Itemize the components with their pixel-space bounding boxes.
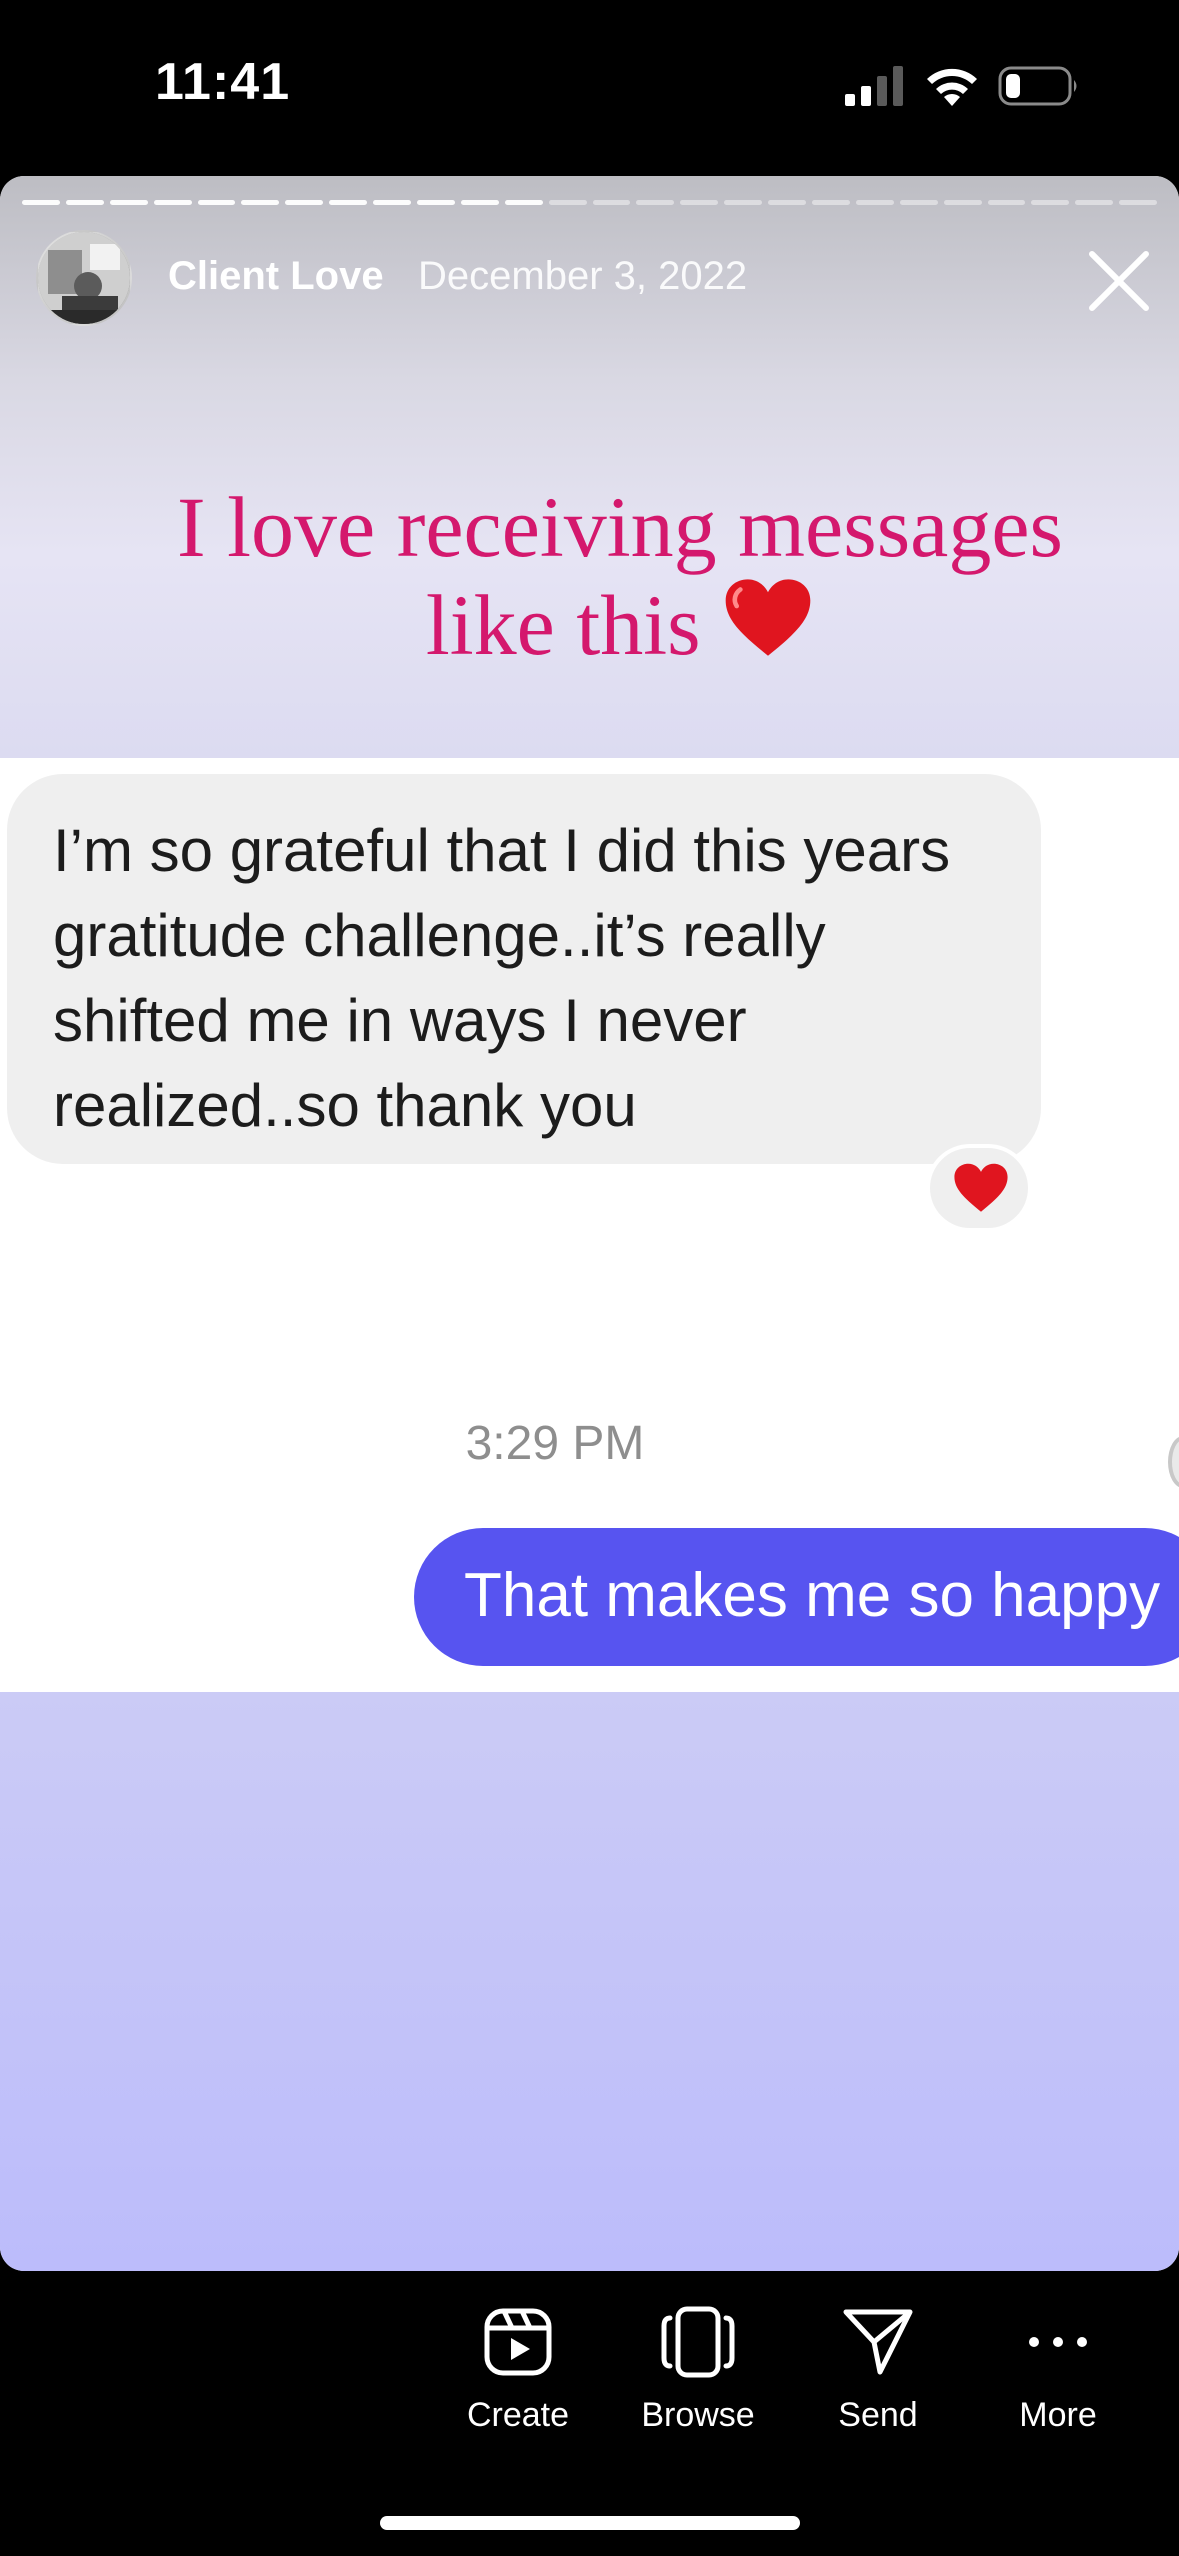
story-progress-segment xyxy=(1031,200,1070,205)
story-progress-segment xyxy=(899,200,938,205)
browse-button[interactable]: Browse xyxy=(608,2290,788,2450)
status-time: 11:41 xyxy=(155,53,291,111)
headline-line-2-wrap: like this xyxy=(60,576,1179,674)
received-message-bubble: I’m so grateful that I did this years gr… xyxy=(7,774,1041,1164)
story-progress-segment xyxy=(65,200,104,205)
story-progress-segment xyxy=(812,200,850,205)
story-progress-segment xyxy=(943,200,982,205)
status-bar: 11:41 xyxy=(0,0,1179,170)
avatar-photo xyxy=(38,232,130,324)
story-progress-segment xyxy=(987,200,1026,205)
story-progress-segment xyxy=(417,200,455,205)
story-progress-segment xyxy=(504,200,543,205)
story-progress-segment xyxy=(329,200,368,205)
story-progress-segment xyxy=(285,200,324,205)
avatar[interactable] xyxy=(36,230,132,326)
heart-reaction-badge xyxy=(926,1144,1032,1232)
cellular-signal-icon xyxy=(845,66,903,106)
more-button[interactable]: More xyxy=(968,2290,1148,2450)
story-progress-segment xyxy=(855,200,894,205)
send-label: Send xyxy=(838,2396,918,2434)
story-progress-segment xyxy=(22,200,60,205)
send-paper-plane-icon xyxy=(843,2309,913,2375)
story-progress-segment xyxy=(636,200,675,205)
story-progress-segment xyxy=(109,200,148,205)
more-label: More xyxy=(1019,2396,1097,2434)
reels-create-icon xyxy=(484,2308,552,2376)
story-progress-segment xyxy=(197,200,236,205)
browse-label: Browse xyxy=(641,2396,755,2434)
headline-line-2: like this xyxy=(425,577,701,673)
story-date: December 3, 2022 xyxy=(418,254,748,298)
story-progress-segment xyxy=(680,200,719,205)
story-account-name[interactable]: Client Love xyxy=(168,254,384,299)
story-headline: I love receiving messages like this xyxy=(60,478,1179,674)
red-heart-emoji-icon xyxy=(725,579,811,656)
heart-reaction-icon xyxy=(954,1163,1008,1212)
story-progress-segment xyxy=(548,200,587,205)
story-footer-background xyxy=(0,1692,1179,2271)
story-progress-segment xyxy=(460,200,499,205)
story-progress-segment xyxy=(1119,200,1158,205)
story-progress-segment xyxy=(724,200,763,205)
wifi-icon xyxy=(927,68,977,106)
story-progress-segment xyxy=(153,200,192,205)
story-viewer-screen: 11:41 Client Love December 3, 2022 I lov… xyxy=(0,0,1179,2556)
send-button[interactable]: Send xyxy=(788,2290,968,2450)
sent-message-bubble: That makes me so happy xyxy=(414,1528,1179,1666)
more-dots-icon xyxy=(1029,2337,1087,2347)
story-card[interactable]: Client Love December 3, 2022 I love rece… xyxy=(0,176,1179,2271)
close-icon[interactable] xyxy=(1084,246,1154,316)
story-progress-bars xyxy=(22,200,1158,205)
home-indicator[interactable] xyxy=(380,2516,800,2530)
browse-icon xyxy=(661,2306,735,2378)
create-button[interactable]: Create xyxy=(428,2290,608,2450)
story-bottom-toolbar: Create Browse Send More xyxy=(0,2290,1179,2450)
battery-icon xyxy=(998,66,1077,106)
message-timestamp: 3:29 PM xyxy=(465,1417,645,1470)
headline-line-1: I love receiving messages xyxy=(177,479,1063,575)
story-progress-segment xyxy=(592,200,631,205)
story-progress-segment xyxy=(768,200,807,205)
story-progress-segment xyxy=(241,200,280,205)
message-edge-indicator xyxy=(1168,1436,1179,1488)
create-label: Create xyxy=(466,2396,570,2434)
story-progress-segment xyxy=(1075,200,1114,205)
story-progress-segment xyxy=(373,200,412,205)
